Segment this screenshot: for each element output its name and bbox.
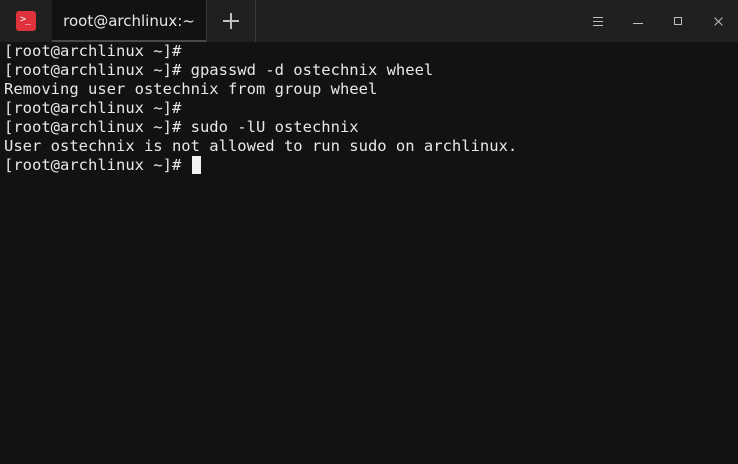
- terminal-output[interactable]: [root@archlinux ~]# [root@archlinux ~]# …: [0, 42, 738, 464]
- close-button[interactable]: [698, 0, 738, 42]
- terminal-prompt-line: [root@archlinux ~]#: [4, 156, 738, 175]
- minimize-icon: [633, 22, 643, 24]
- text-cursor: [191, 156, 201, 174]
- close-icon: [713, 16, 724, 27]
- terminal-line: [root@archlinux ~]# sudo -lU ostechnix: [4, 118, 359, 136]
- terminal-line: [root@archlinux ~]#: [4, 42, 182, 60]
- app-icon-container: >_: [0, 0, 52, 42]
- title-bar-drag-area[interactable]: [256, 0, 578, 42]
- terminal-window: >_ root@archlinux:~ [root@archlinux ~]# …: [0, 0, 738, 464]
- terminal-line: User ostechnix is not allowed to run sud…: [4, 137, 518, 155]
- minimize-button[interactable]: [618, 0, 658, 42]
- terminal-line: [root@archlinux ~]#: [4, 99, 182, 117]
- tab-label: root@archlinux:~: [63, 12, 195, 30]
- terminal-line: Removing user ostechnix from group wheel: [4, 80, 378, 98]
- title-bar: >_ root@archlinux:~: [0, 0, 738, 42]
- terminal-line: [root@archlinux ~]# gpasswd -d ostechnix…: [4, 61, 434, 79]
- maximize-icon: [674, 17, 682, 25]
- maximize-button[interactable]: [658, 0, 698, 42]
- tab-root-archlinux[interactable]: root@archlinux:~: [52, 0, 206, 42]
- new-tab-button[interactable]: [207, 0, 255, 42]
- menu-icon: [593, 16, 603, 26]
- menu-button[interactable]: [578, 0, 618, 42]
- terminal-icon: >_: [16, 11, 36, 31]
